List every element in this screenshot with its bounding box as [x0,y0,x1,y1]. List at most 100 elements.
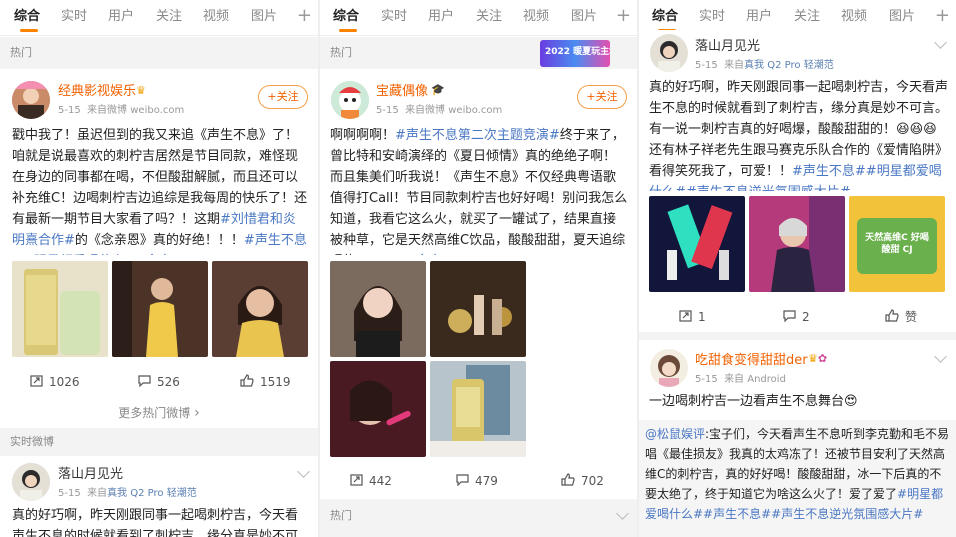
tab-realtime[interactable]: 实时 [699,9,725,25]
post-image[interactable] [12,261,108,357]
tab-users[interactable]: 用户 [428,9,454,25]
post-actions: 442 479 702 [320,470,637,492]
username[interactable]: 落山月见光 [695,39,760,55]
post-text: 真的好巧啊，昨天刚跟同事一起喝刺柠吉，今天看声生不息的时候就看到了刺柠吉，缘分真… [649,77,949,191]
post-meta: 5-15 来自 Android [695,374,786,385]
tab-images[interactable]: 图片 [889,9,915,25]
tab-users[interactable]: 用户 [108,9,134,25]
post-card[interactable]: 经典影视娱乐 ♛ 5-15 来自微博 weibo.com +关注 戳中我了！虽迟… [0,69,318,433]
comment-icon [456,471,469,493]
post-image[interactable] [649,196,745,292]
add-tab-icon[interactable]: + [297,6,312,26]
feed-column-3[interactable]: 综合 实时 用户 关注 视频 图片 + 落山月见光 5-15 来自真我 Q2 P… [639,0,956,537]
feed-column-1[interactable]: 综合 实时 用户 关注 视频 图片 + 热门 经典影视娱乐 ♛ 5-15 来自微… [0,0,318,537]
add-tab-icon[interactable]: + [935,6,950,26]
chevron-down-icon[interactable] [616,507,629,520]
username[interactable]: 宝藏偶像 [376,84,428,100]
tab-follow[interactable]: 关注 [156,9,182,25]
promo-banner[interactable]: 2022 暖夏玩主场 [540,40,610,67]
avatar[interactable] [331,81,369,119]
tab-realtime[interactable]: 实时 [381,9,407,25]
comment-button[interactable]: 526 [138,371,180,394]
laughing-emoji-icon: 😆😆😆 [896,122,937,137]
chevron-down-icon[interactable] [934,36,947,49]
feed-column-2[interactable]: 综合 实时 用户 关注 视频 图片 + 热门 2022 暖夏玩主场 宝藏偶像 🎓… [320,0,637,537]
tab-bar: 综合 实时 用户 关注 视频 图片 + [0,0,318,36]
hashtag[interactable]: #声生不息第二次主题竞演# [395,128,560,143]
username[interactable]: 经典影视娱乐 [58,84,136,100]
username[interactable]: 落山月见光 [58,467,123,483]
gem-icon: ✿ [817,352,828,365]
repost-icon [679,307,692,329]
follow-button[interactable]: +关注 [258,85,308,109]
tab-comprehensive[interactable]: 综合 [333,9,359,25]
repost-icon [350,471,363,493]
post-card[interactable]: 吃甜食变得甜甜der ♛✿ 5-15 来自 Android 一边喝刺柠吉一边看声… [639,340,956,537]
add-tab-icon[interactable]: + [616,6,631,26]
avatar[interactable] [650,34,688,72]
tab-users[interactable]: 用户 [746,9,772,25]
tab-video[interactable]: 视频 [203,9,229,25]
post-image[interactable] [430,261,526,357]
tab-video[interactable]: 视频 [841,9,867,25]
tab-realtime[interactable]: 实时 [61,9,87,25]
section-header-hot: 热门 [0,37,318,69]
tab-follow[interactable]: 关注 [476,9,502,25]
screenshot-root: 综合 实时 用户 关注 视频 图片 + 热门 经典影视娱乐 ♛ 5-15 来自微… [0,0,956,537]
section-header-realtime: 实时微博 [0,428,318,456]
post-actions: 1 2 赞 [639,306,956,328]
expand-full-text-link[interactable]: 全文 [145,254,171,255]
post-image[interactable]: 天然高维C 好喝酸甜 CJ [849,196,945,292]
crown-icon: ♛ [136,84,146,97]
post-meta: 5-15 来自真我 Q2 Pro 轻潮范 [695,60,834,71]
avatar[interactable] [12,463,50,501]
repost-quote[interactable]: @松鼠娱评:宝子们，今天看声生不息听到李克勤和毛不易唱《最佳损友》我真的太鸡冻了… [639,420,956,537]
promo-banner-text: 2022 暖夏玩主场 [545,47,610,57]
comment-button[interactable]: 479 [456,470,498,493]
chevron-down-icon[interactable] [297,465,310,478]
post-image[interactable] [430,361,526,457]
repost-button[interactable]: 1 [679,306,706,329]
post-image[interactable] [112,261,208,357]
post-text: 啊啊啊啊！#声生不息第二次主题竞演#终于来了，曾比特和安崎演绎的《夏日倾情》真的… [330,125,628,255]
tab-follow[interactable]: 关注 [794,9,820,25]
post-actions: 1026 526 1519 [0,371,318,393]
avatar[interactable] [650,349,688,387]
section-label: 热门 [330,509,352,522]
tab-comprehensive[interactable]: 综合 [652,9,678,25]
avatar[interactable] [12,81,50,119]
section-label: 实时微博 [10,435,54,448]
username[interactable]: 吃甜食变得甜甜der [695,353,808,369]
post-meta: 5-15 来自真我 Q2 Pro 轻潮范 [58,488,197,499]
section-label: 热门 [330,46,352,59]
post-image[interactable] [330,261,426,357]
post-card[interactable]: 落山月见光 5-15 来自真我 Q2 Pro 轻潮范 真的好巧啊，昨天刚跟同事一… [639,30,956,332]
graduation-cap-icon: 🎓 [431,83,445,96]
tab-images[interactable]: 图片 [571,9,597,25]
follow-button[interactable]: +关注 [577,85,627,109]
post-image[interactable] [749,196,845,292]
comment-button[interactable]: 2 [783,306,810,329]
post-card[interactable]: 落山月见光 5-15 来自真我 Q2 Pro 轻潮范 真的好巧啊，昨天刚跟同事一… [0,456,318,537]
post-image[interactable] [330,361,426,457]
post-text: 一边喝刺柠吉一边看声生不息舞台😍 [649,394,858,409]
expand-full-text-link[interactable]: 全文 [416,254,442,255]
tab-images[interactable]: 图片 [251,9,277,25]
repost-button[interactable]: 1026 [30,371,80,394]
section-label: 热门 [10,46,32,59]
more-hot-posts-link[interactable]: 更多热门微博 › [0,405,318,421]
like-button[interactable]: 1519 [240,371,291,394]
post-image[interactable] [212,261,308,357]
tab-video[interactable]: 视频 [523,9,549,25]
thumbs-up-icon [240,372,254,394]
repost-username[interactable]: @松鼠娱评 [645,427,705,441]
chevron-down-icon[interactable] [934,350,947,363]
thumbs-up-icon [885,307,899,329]
tab-comprehensive[interactable]: 综合 [14,9,40,25]
image-caption: 天然高维C 好喝酸甜 CJ [865,233,929,255]
like-button[interactable]: 赞 [885,306,917,329]
post-card[interactable]: 宝藏偶像 🎓 5-15 来自微博 weibo.com +关注 啊啊啊啊！#声生不… [320,69,637,499]
like-button[interactable]: 702 [561,470,604,493]
repost-button[interactable]: 442 [350,470,392,493]
tab-active-indicator [20,29,38,32]
